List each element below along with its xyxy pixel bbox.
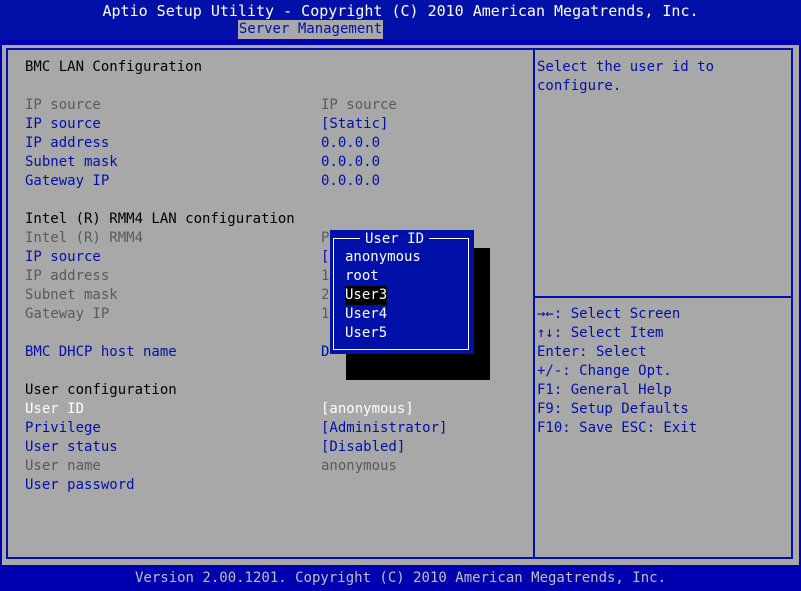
setting-value[interactable]: 0.0.0.0 [321, 172, 380, 191]
setting-value: IP source [321, 97, 397, 113]
help-key-line: ↑↓: Select Item [537, 325, 664, 341]
popup-option-selected[interactable]: User3 [345, 286, 388, 305]
popup-title: User ID [360, 230, 430, 248]
title-bar: Aptio Setup Utility - Copyright (C) 2010… [0, 0, 801, 40]
setting-label: BMC DHCP host name [25, 344, 177, 360]
tab-server-management[interactable]: Server Management [238, 20, 383, 39]
help-key-line: Enter: Select [537, 344, 647, 360]
setting-value[interactable]: [Disabled] [321, 438, 405, 457]
setting-label: IP source [25, 97, 101, 113]
setting-value[interactable]: [anonymous] [321, 400, 414, 419]
setting-value[interactable]: [Static] [321, 115, 388, 134]
help-key-line: F10: Save ESC: Exit [537, 420, 698, 436]
popup-option[interactable]: root [345, 267, 379, 286]
setting-value[interactable]: [ [321, 248, 329, 267]
help-key-line: F1: General Help [537, 382, 672, 398]
vertical-divider [533, 48, 535, 559]
setting-value[interactable]: [Administrator] [321, 419, 447, 438]
help-key-line: F9: Setup Defaults [537, 401, 689, 417]
setting-value: P [321, 230, 330, 246]
app-title: Aptio Setup Utility - Copyright (C) 2010… [102, 2, 699, 20]
setting-label: Intel (R) RMM4 [25, 230, 144, 246]
setting-label: User name [25, 458, 101, 474]
setting-label: User ID [25, 401, 85, 417]
help-key-line: +/-: Change Opt. [537, 363, 672, 379]
setting-label: Subnet mask [25, 154, 118, 170]
setting-label: User password [25, 477, 135, 493]
setting-value: 1 [321, 268, 330, 284]
version-footer: Version 2.00.1201. Copyright (C) 2010 Am… [134, 570, 666, 586]
setting-value[interactable]: D [321, 343, 329, 362]
help-description-line: configure. [537, 78, 622, 94]
help-key-line: →←: Select Screen [537, 306, 681, 322]
setting-label: IP source [25, 249, 101, 265]
setting-value[interactable]: 0.0.0.0 [321, 153, 380, 172]
setting-label: User status [25, 439, 118, 455]
setting-label: IP source [25, 116, 101, 132]
setting-label: Privilege [25, 420, 101, 436]
user-id-popup: User ID anonymous root User3 User4 User5 [330, 230, 474, 354]
setting-label: Gateway IP [25, 306, 110, 322]
setting-label: IP address [25, 268, 110, 284]
setting-label: Subnet mask [25, 287, 118, 303]
setting-label: IP address [25, 135, 110, 151]
setting-label: Gateway IP [25, 173, 110, 189]
setting-value[interactable]: 0.0.0.0 [321, 134, 380, 153]
help-description-line: Select the user id to [537, 59, 715, 75]
help-divider [535, 296, 793, 298]
popup-option[interactable]: User5 [345, 324, 387, 343]
setting-value: 2 [321, 287, 330, 303]
popup-option[interactable]: anonymous [345, 248, 421, 267]
setting-value: 1 [321, 306, 330, 322]
popup-option[interactable]: User4 [345, 305, 387, 324]
setting-value: anonymous [321, 458, 397, 474]
